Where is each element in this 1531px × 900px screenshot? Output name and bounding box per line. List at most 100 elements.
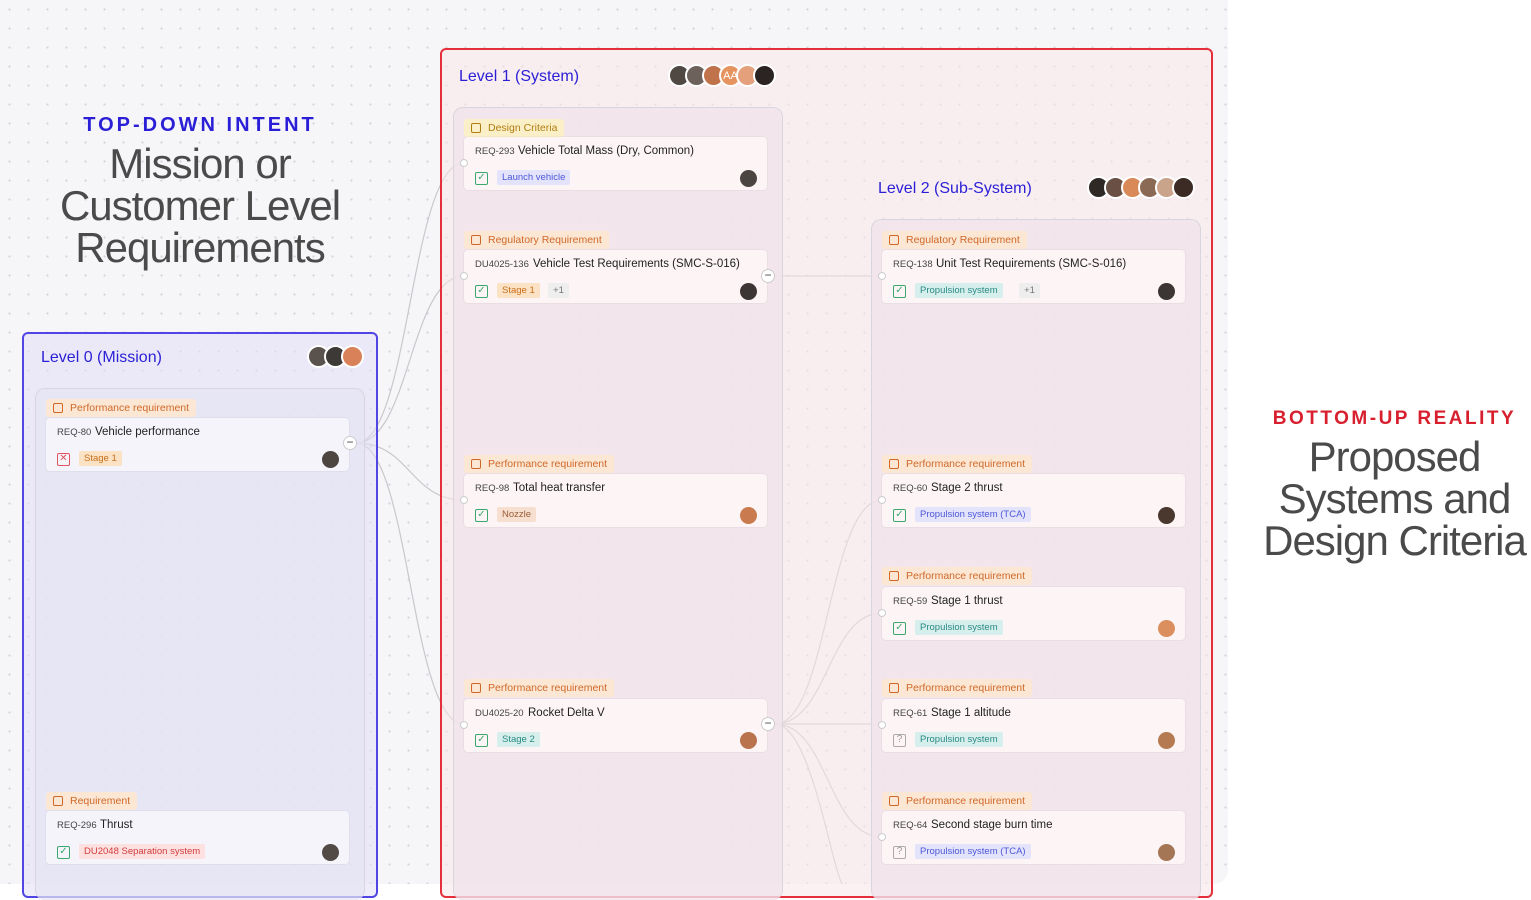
- input-port[interactable]: [460, 159, 468, 167]
- level-1-avatars: AA: [668, 64, 776, 87]
- owner-avatar[interactable]: [322, 844, 339, 861]
- level-2-avatars: [1087, 176, 1195, 199]
- component-tag[interactable]: Propulsion system: [915, 620, 1003, 635]
- status-icon[interactable]: ✓: [893, 622, 906, 635]
- collapse-toggle[interactable]: −: [761, 717, 775, 731]
- checkbox-icon: [471, 235, 481, 245]
- requirement-card[interactable]: REQ-293 Vehicle Total Mass (Dry, Common) ✓…: [464, 137, 767, 190]
- status-icon[interactable]: ?: [893, 734, 906, 747]
- level-1-title: Level 1 (System): [459, 68, 580, 85]
- component-tag[interactable]: Propulsion system: [915, 283, 1003, 298]
- component-tag[interactable]: Stage 2: [497, 732, 540, 747]
- status-icon[interactable]: ✓: [475, 509, 488, 522]
- requirement-type-chip: Regulatory Requirement: [464, 231, 609, 249]
- owner-avatar[interactable]: [1158, 844, 1175, 861]
- more-tags-badge[interactable]: +1: [548, 283, 569, 298]
- requirement-card[interactable]: DU4025-20 Rocket Delta V ✓ Stage 2: [464, 699, 767, 752]
- requirement-title: Stage 1 altitude: [931, 707, 1011, 719]
- more-tags-badge[interactable]: +1: [1019, 283, 1040, 298]
- status-icon[interactable]: ✓: [475, 734, 488, 747]
- requirement-title: Stage 2 thrust: [931, 482, 1003, 494]
- owner-avatar[interactable]: [1158, 732, 1175, 749]
- input-port[interactable]: [460, 721, 468, 729]
- owner-avatar[interactable]: [740, 732, 757, 749]
- checkbox-icon: [471, 683, 481, 693]
- component-tag[interactable]: DU2048 Separation system: [79, 844, 206, 859]
- requirement-title: Stage 1 thrust: [931, 595, 1003, 607]
- status-icon[interactable]: ✓: [475, 172, 488, 185]
- bottom-up-headline: Proposed Systems and Design Criteria: [1258, 436, 1531, 562]
- status-icon[interactable]: ?: [893, 846, 906, 859]
- collapse-toggle[interactable]: −: [761, 269, 775, 283]
- component-tag[interactable]: Stage 1: [79, 451, 122, 466]
- owner-avatar[interactable]: [1158, 620, 1175, 637]
- component-tag[interactable]: Propulsion system (TCA): [915, 844, 1031, 859]
- owner-avatar[interactable]: [322, 451, 339, 468]
- level-0-title: Level 0 (Mission): [41, 349, 162, 366]
- requirement-title: Rocket Delta V: [528, 707, 605, 719]
- input-port[interactable]: [878, 496, 886, 504]
- checkbox-icon: [889, 459, 899, 469]
- headline-line: Mission or: [109, 140, 291, 187]
- avatar[interactable]: [341, 345, 364, 368]
- requirement-id: DU4025-136: [475, 259, 529, 270]
- requirement-id: REQ-293: [475, 146, 515, 157]
- requirement-type-chip: Performance requirement: [882, 792, 1033, 810]
- component-tag[interactable]: Propulsion system (TCA): [915, 507, 1031, 522]
- input-port[interactable]: [878, 272, 886, 280]
- owner-avatar[interactable]: [1158, 283, 1175, 300]
- bottom-up-label: BOTTOM-UP REALITY Proposed Systems and D…: [1258, 408, 1531, 562]
- chip-label: Design Criteria: [488, 122, 558, 134]
- owner-avatar[interactable]: [1158, 507, 1175, 524]
- chip-label: Performance requirement: [906, 682, 1026, 694]
- top-down-label: TOP-DOWN INTENT Mission or Customer Leve…: [30, 114, 370, 269]
- requirement-card[interactable]: REQ-59 Stage 1 thrust ✓ Propulsion system: [882, 587, 1185, 640]
- component-tag[interactable]: Launch vehicle: [497, 170, 571, 185]
- requirement-card[interactable]: REQ-64 Second stage burn time? Propulsion …: [882, 811, 1185, 864]
- status-icon[interactable]: ✓: [57, 846, 70, 859]
- chip-label: Performance requirement: [488, 682, 608, 694]
- chip-label: Regulatory Requirement: [906, 234, 1020, 246]
- headline-line: Customer Level: [59, 182, 341, 229]
- component-tag[interactable]: Nozzle: [497, 507, 537, 522]
- status-icon[interactable]: ✓: [893, 509, 906, 522]
- owner-avatar[interactable]: [740, 283, 757, 300]
- input-port[interactable]: [460, 272, 468, 280]
- requirement-card[interactable]: DU4025-136 Vehicle Test Requirements (SMC…: [464, 250, 767, 303]
- requirement-id: REQ-296: [57, 820, 97, 831]
- requirement-type-chip: Requirement: [46, 792, 138, 810]
- input-port[interactable]: [878, 833, 886, 841]
- requirement-id: REQ-60: [893, 483, 928, 494]
- requirement-card[interactable]: REQ-80 Vehicle performance ✕ Stage 1: [46, 418, 349, 471]
- requirement-id: REQ-61: [893, 708, 928, 719]
- checkbox-icon: [889, 796, 899, 806]
- bottom-up-kicker: BOTTOM-UP REALITY: [1272, 408, 1517, 429]
- chip-label: Performance requirement: [906, 795, 1026, 807]
- top-down-headline: Mission or Customer Level Requirements: [30, 143, 370, 269]
- status-icon[interactable]: ✓: [475, 285, 488, 298]
- input-port[interactable]: [878, 609, 886, 617]
- requirement-type-chip: Performance requirement: [464, 455, 615, 473]
- requirement-id: REQ-59: [893, 596, 928, 607]
- chip-label: Performance requirement: [488, 458, 608, 470]
- requirement-title: Total heat transfer: [513, 482, 606, 494]
- collapse-toggle[interactable]: −: [343, 436, 357, 450]
- requirement-card[interactable]: REQ-60 Stage 2 thrust ✓ Propulsion system (…: [882, 474, 1185, 527]
- requirement-card[interactable]: REQ-296 Thrust ✓ DU2048 Separation system: [46, 811, 349, 864]
- status-icon[interactable]: ✓: [893, 285, 906, 298]
- owner-avatar[interactable]: [740, 507, 757, 524]
- avatar[interactable]: [1172, 176, 1195, 199]
- input-port[interactable]: [460, 496, 468, 504]
- requirement-card[interactable]: REQ-61 Stage 1 altitude? Propulsion system: [882, 699, 1185, 752]
- requirement-card[interactable]: REQ-98 Total heat transfer ✓ Nozzle: [464, 474, 767, 527]
- input-port[interactable]: [878, 721, 886, 729]
- requirement-card[interactable]: REQ-138 Unit Test Requirements (SMC-S-016…: [882, 250, 1185, 303]
- requirement-title: Thrust: [100, 819, 133, 831]
- owner-avatar[interactable]: [740, 170, 757, 187]
- requirement-type-chip: Design Criteria: [464, 119, 565, 137]
- avatar[interactable]: [753, 64, 776, 87]
- component-tag[interactable]: Stage 1: [497, 283, 540, 298]
- status-icon[interactable]: ✕: [57, 453, 70, 466]
- component-tag[interactable]: Propulsion system: [915, 732, 1003, 747]
- chip-label: Regulatory Requirement: [488, 234, 602, 246]
